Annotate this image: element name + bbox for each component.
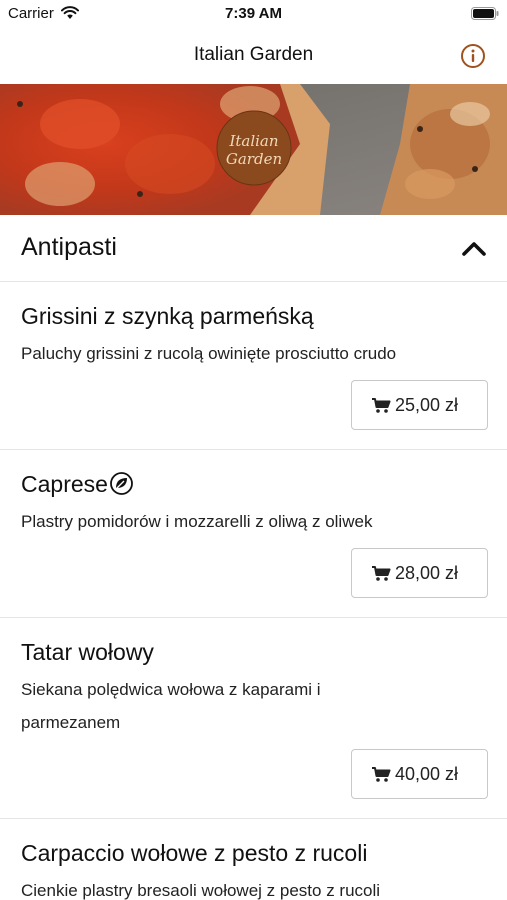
add-to-cart-button[interactable]: 40,00 zł [351,749,488,799]
cart-icon [372,767,391,782]
item-name: Caprese [21,471,108,497]
chevron-up-icon[interactable] [461,238,487,258]
menu-item[interactable]: Carpaccio wołowe z pesto z rucoli Cienki… [0,820,507,900]
item-description: Cienkie plastry bresaoli wołowej z pesto… [21,881,381,900]
price-label: 28,00 zł [395,563,459,583]
info-icon[interactable] [458,41,488,71]
item-description: Siekana polędwica wołowa z kaparami i pa… [21,680,321,732]
battery-icon [471,7,499,20]
item-description: Paluchy grissini z rucolą owinięte prosc… [21,344,397,363]
add-to-cart-button[interactable]: 28,00 zł [351,548,488,598]
item-name: Grissini z szynką parmeńską [21,303,314,329]
price-label: 25,00 zł [395,395,459,415]
logo-text-line1: Italian [228,132,278,150]
cart-icon [372,398,391,413]
pizza-image: Italian Garden [0,84,507,215]
item-name: Carpaccio wołowe z pesto z rucoli [21,840,368,866]
section-header-antipasti[interactable]: Antipasti [0,215,507,282]
item-name: Tatar wołowy [21,639,154,665]
add-to-cart-button[interactable]: 25,00 zł [351,380,488,430]
cart-icon [372,566,391,581]
page-title: Italian Garden [193,44,314,65]
hero-image: Italian Garden [0,84,507,215]
menu-item[interactable]: Caprese Plastry pomidorów i mozzarelli z… [0,451,507,618]
logo-text-line2: Garden [226,150,282,168]
section-title: Antipasti [21,233,117,261]
leaf-icon [110,472,133,495]
status-time: 7:39 AM [225,5,282,22]
item-name-row: Caprese [21,471,134,498]
menu-item[interactable]: Tatar wołowy Siekana polędwica wołowa z … [0,619,507,819]
navigation-bar: Italian Garden [0,30,507,84]
menu-item[interactable]: Grissini z szynką parmeńską Paluchy gris… [0,283,507,450]
price-label: 40,00 zł [395,764,459,784]
status-bar: Carrier 7:39 AM [0,0,507,30]
item-description: Plastry pomidorów i mozzarelli z oliwą z… [21,512,373,531]
